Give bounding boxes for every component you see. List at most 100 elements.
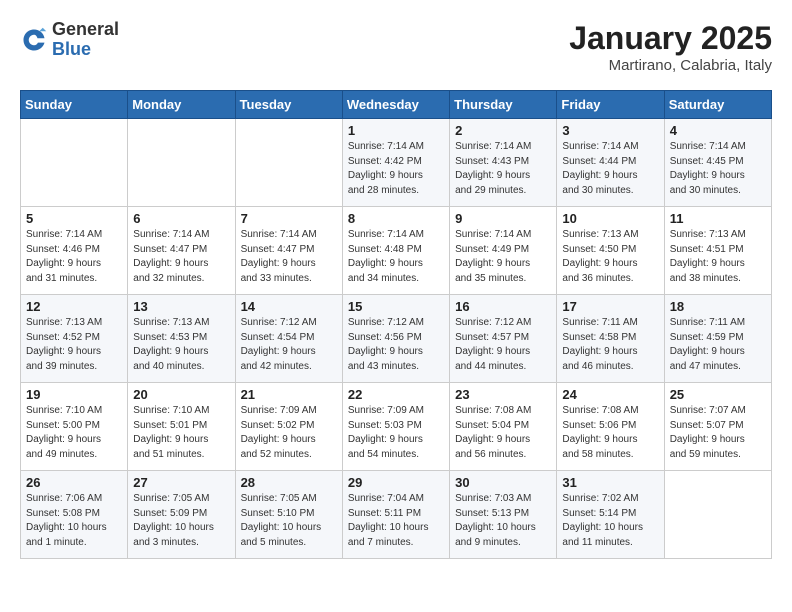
day-number: 25 — [670, 387, 766, 402]
day-info: Sunrise: 7:14 AM Sunset: 4:47 PM Dayligh… — [241, 228, 337, 286]
logo-text: General Blue — [52, 20, 119, 60]
day-number: 12 — [26, 299, 122, 314]
title-block: January 2025 Martirano, Calabria, Italy — [569, 20, 772, 74]
day-number: 26 — [26, 475, 122, 490]
calendar-cell: 21 Sunrise: 7:09 AM Sunset: 5:02 PM Dayli… — [235, 383, 342, 471]
day-info: Sunrise: 7:14 AM Sunset: 4:42 PM Dayligh… — [348, 140, 444, 198]
day-info: Sunrise: 7:14 AM Sunset: 4:45 PM Dayligh… — [670, 140, 766, 198]
calendar-cell: 18 Sunrise: 7:11 AM Sunset: 4:59 PM Dayli… — [664, 295, 771, 383]
calendar-cell — [128, 119, 235, 207]
day-info: Sunrise: 7:12 AM Sunset: 4:57 PM Dayligh… — [455, 316, 551, 374]
calendar-week-row: 1Sunrise: 7:14 AM Sunset: 4:42 PM Daylig… — [21, 119, 772, 207]
calendar-cell: 24 Sunrise: 7:08 AM Sunset: 5:06 PM Dayli… — [557, 383, 664, 471]
calendar-cell: 22 Sunrise: 7:09 AM Sunset: 5:03 PM Dayli… — [342, 383, 449, 471]
day-info: Sunrise: 7:11 AM Sunset: 4:59 PM Dayligh… — [670, 316, 766, 374]
day-number: 21 — [241, 387, 337, 402]
calendar-week-row: 12 Sunrise: 7:13 AM Sunset: 4:52 PM Dayli… — [21, 295, 772, 383]
day-info: Sunrise: 7:07 AM Sunset: 5:07 PM Dayligh… — [670, 404, 766, 462]
weekday-header-monday: Monday — [128, 91, 235, 119]
calendar-cell — [664, 471, 771, 559]
day-number: 28 — [241, 475, 337, 490]
day-info: Sunrise: 7:11 AM Sunset: 4:58 PM Dayligh… — [562, 316, 658, 374]
day-number: 19 — [26, 387, 122, 402]
day-info: Sunrise: 7:05 AM Sunset: 5:09 PM Dayligh… — [133, 492, 229, 550]
calendar-cell: 12 Sunrise: 7:13 AM Sunset: 4:52 PM Dayli… — [21, 295, 128, 383]
calendar-cell: 23 Sunrise: 7:08 AM Sunset: 5:04 PM Dayli… — [450, 383, 557, 471]
calendar-cell: 20 Sunrise: 7:10 AM Sunset: 5:01 PM Dayli… — [128, 383, 235, 471]
day-number: 3 — [562, 123, 658, 138]
day-number: 13 — [133, 299, 229, 314]
calendar-week-row: 26 Sunrise: 7:06 AM Sunset: 5:08 PM Dayli… — [21, 471, 772, 559]
day-number: 8 — [348, 211, 444, 226]
day-info: Sunrise: 7:10 AM Sunset: 5:01 PM Dayligh… — [133, 404, 229, 462]
calendar-cell — [21, 119, 128, 207]
day-info: Sunrise: 7:08 AM Sunset: 5:04 PM Dayligh… — [455, 404, 551, 462]
weekday-header-row: SundayMondayTuesdayWednesdayThursdayFrid… — [21, 91, 772, 119]
calendar-cell: 4 Sunrise: 7:14 AM Sunset: 4:45 PM Daylig… — [664, 119, 771, 207]
logo-icon — [20, 26, 48, 54]
calendar-cell: 17 Sunrise: 7:11 AM Sunset: 4:58 PM Dayli… — [557, 295, 664, 383]
calendar-cell: 14 Sunrise: 7:12 AM Sunset: 4:54 PM Dayli… — [235, 295, 342, 383]
day-info: Sunrise: 7:12 AM Sunset: 4:56 PM Dayligh… — [348, 316, 444, 374]
calendar-cell: 15 Sunrise: 7:12 AM Sunset: 4:56 PM Dayli… — [342, 295, 449, 383]
day-number: 17 — [562, 299, 658, 314]
day-number: 5 — [26, 211, 122, 226]
day-number: 23 — [455, 387, 551, 402]
calendar-cell: 31Sunrise: 7:02 AM Sunset: 5:14 PM Dayli… — [557, 471, 664, 559]
day-info: Sunrise: 7:06 AM Sunset: 5:08 PM Dayligh… — [26, 492, 122, 550]
calendar-title: January 2025 — [569, 20, 772, 57]
day-number: 24 — [562, 387, 658, 402]
day-info: Sunrise: 7:14 AM Sunset: 4:44 PM Dayligh… — [562, 140, 658, 198]
calendar-cell: 11Sunrise: 7:13 AM Sunset: 4:51 PM Dayli… — [664, 207, 771, 295]
day-number: 10 — [562, 211, 658, 226]
weekday-header-sunday: Sunday — [21, 91, 128, 119]
calendar-cell: 29Sunrise: 7:04 AM Sunset: 5:11 PM Dayli… — [342, 471, 449, 559]
calendar-table: SundayMondayTuesdayWednesdayThursdayFrid… — [20, 90, 772, 559]
day-number: 14 — [241, 299, 337, 314]
day-number: 7 — [241, 211, 337, 226]
day-info: Sunrise: 7:13 AM Sunset: 4:53 PM Dayligh… — [133, 316, 229, 374]
day-info: Sunrise: 7:14 AM Sunset: 4:49 PM Dayligh… — [455, 228, 551, 286]
weekday-header-friday: Friday — [557, 91, 664, 119]
calendar-cell: 28 Sunrise: 7:05 AM Sunset: 5:10 PM Dayli… — [235, 471, 342, 559]
calendar-cell: 16 Sunrise: 7:12 AM Sunset: 4:57 PM Dayli… — [450, 295, 557, 383]
day-info: Sunrise: 7:13 AM Sunset: 4:52 PM Dayligh… — [26, 316, 122, 374]
day-info: Sunrise: 7:05 AM Sunset: 5:10 PM Dayligh… — [241, 492, 337, 550]
day-info: Sunrise: 7:14 AM Sunset: 4:47 PM Dayligh… — [133, 228, 229, 286]
calendar-cell: 26 Sunrise: 7:06 AM Sunset: 5:08 PM Dayli… — [21, 471, 128, 559]
day-number: 27 — [133, 475, 229, 490]
day-info: Sunrise: 7:09 AM Sunset: 5:02 PM Dayligh… — [241, 404, 337, 462]
day-number: 18 — [670, 299, 766, 314]
calendar-cell: 19 Sunrise: 7:10 AM Sunset: 5:00 PM Dayli… — [21, 383, 128, 471]
calendar-cell: 10 Sunrise: 7:13 AM Sunset: 4:50 PM Dayli… — [557, 207, 664, 295]
calendar-cell: 8 Sunrise: 7:14 AM Sunset: 4:48 PM Daylig… — [342, 207, 449, 295]
day-info: Sunrise: 7:08 AM Sunset: 5:06 PM Dayligh… — [562, 404, 658, 462]
calendar-cell: 2 Sunrise: 7:14 AM Sunset: 4:43 PM Daylig… — [450, 119, 557, 207]
day-info: Sunrise: 7:14 AM Sunset: 4:43 PM Dayligh… — [455, 140, 551, 198]
day-number: 16 — [455, 299, 551, 314]
day-number: 30 — [455, 475, 551, 490]
day-info: Sunrise: 7:14 AM Sunset: 4:48 PM Dayligh… — [348, 228, 444, 286]
day-number: 2 — [455, 123, 551, 138]
day-number: 22 — [348, 387, 444, 402]
calendar-cell: 6Sunrise: 7:14 AM Sunset: 4:47 PM Daylig… — [128, 207, 235, 295]
page-header: General Blue January 2025 Martirano, Cal… — [20, 20, 772, 74]
day-number: 20 — [133, 387, 229, 402]
calendar-cell: 27 Sunrise: 7:05 AM Sunset: 5:09 PM Dayli… — [128, 471, 235, 559]
day-info: Sunrise: 7:02 AM Sunset: 5:14 PM Dayligh… — [562, 492, 658, 550]
day-number: 4 — [670, 123, 766, 138]
calendar-cell: 13 Sunrise: 7:13 AM Sunset: 4:53 PM Dayli… — [128, 295, 235, 383]
day-info: Sunrise: 7:09 AM Sunset: 5:03 PM Dayligh… — [348, 404, 444, 462]
day-number: 9 — [455, 211, 551, 226]
calendar-week-row: 19 Sunrise: 7:10 AM Sunset: 5:00 PM Dayli… — [21, 383, 772, 471]
calendar-cell: 30 Sunrise: 7:03 AM Sunset: 5:13 PM Dayli… — [450, 471, 557, 559]
day-info: Sunrise: 7:10 AM Sunset: 5:00 PM Dayligh… — [26, 404, 122, 462]
day-info: Sunrise: 7:03 AM Sunset: 5:13 PM Dayligh… — [455, 492, 551, 550]
logo: General Blue — [20, 20, 119, 60]
day-info: Sunrise: 7:14 AM Sunset: 4:46 PM Dayligh… — [26, 228, 122, 286]
calendar-subtitle: Martirano, Calabria, Italy — [569, 57, 772, 74]
weekday-header-thursday: Thursday — [450, 91, 557, 119]
day-number: 15 — [348, 299, 444, 314]
day-info: Sunrise: 7:12 AM Sunset: 4:54 PM Dayligh… — [241, 316, 337, 374]
day-info: Sunrise: 7:13 AM Sunset: 4:50 PM Dayligh… — [562, 228, 658, 286]
